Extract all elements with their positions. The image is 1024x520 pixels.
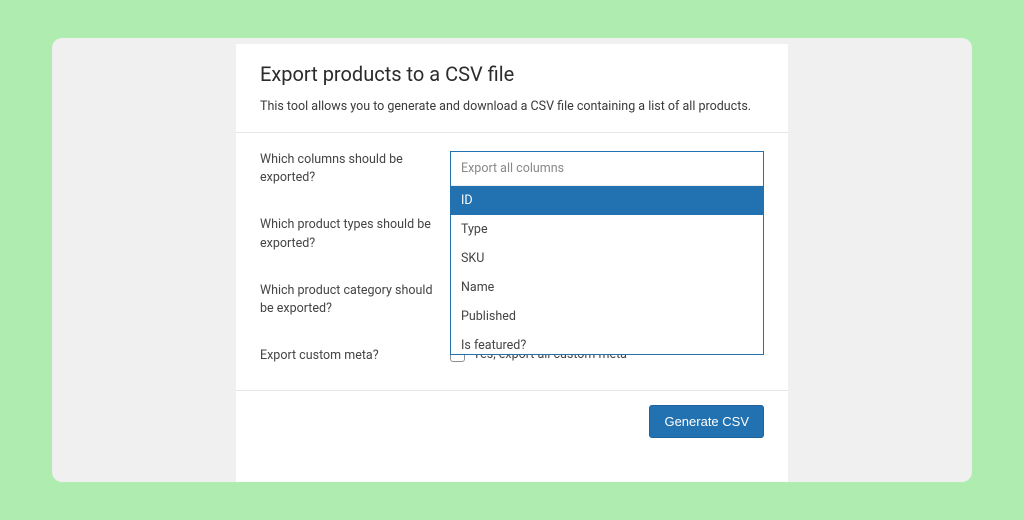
dropdown-option-is-featured[interactable]: Is featured? [451, 331, 763, 354]
row-columns: Which columns should be exported? Export… [260, 151, 764, 189]
dropdown-list: ID Type SKU Name Published Is featured? [451, 186, 763, 354]
form-area: Which columns should be exported? Export… [236, 133, 788, 390]
dropdown-search-input[interactable]: Export all columns [451, 152, 763, 186]
label-types: Which product types should be exported? [260, 216, 450, 254]
panel-header: Export products to a CSV file This tool … [236, 44, 788, 132]
panel-footer: Generate CSV [236, 391, 788, 454]
page-background: Export products to a CSV file This tool … [52, 38, 972, 482]
label-custom-meta: Export custom meta? [260, 347, 450, 366]
dropdown-option-sku[interactable]: SKU [451, 244, 763, 273]
generate-csv-button[interactable]: Generate CSV [649, 405, 764, 438]
export-panel: Export products to a CSV file This tool … [236, 44, 788, 482]
dropdown-option-type[interactable]: Type [451, 215, 763, 244]
label-columns: Which columns should be exported? [260, 151, 450, 189]
dropdown-option-published[interactable]: Published [451, 302, 763, 331]
panel-title: Export products to a CSV file [260, 62, 764, 86]
dropdown-option-id[interactable]: ID [451, 186, 763, 215]
columns-dropdown[interactable]: Export all columns ID Type SKU Name Publ… [450, 151, 764, 355]
panel-description: This tool allows you to generate and dow… [260, 98, 764, 116]
dropdown-option-name[interactable]: Name [451, 273, 763, 302]
label-category: Which product category should be exporte… [260, 282, 450, 320]
